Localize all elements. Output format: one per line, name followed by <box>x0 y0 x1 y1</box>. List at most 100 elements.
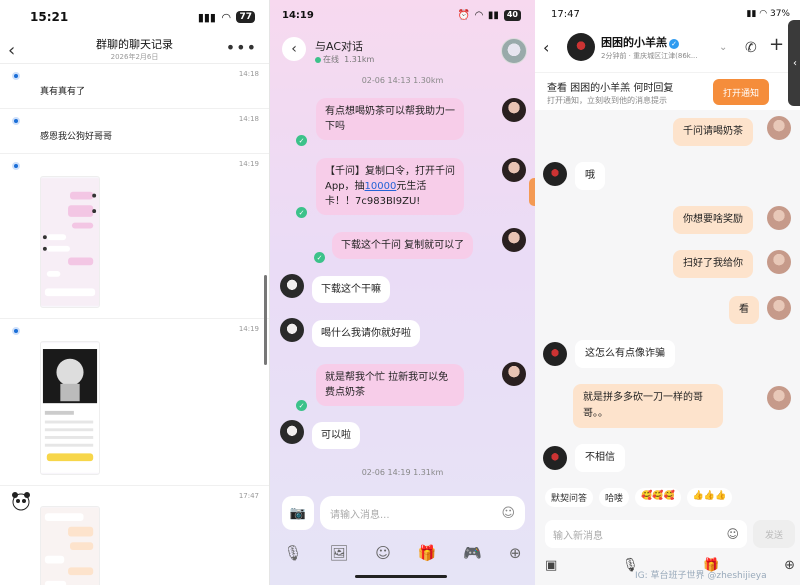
contact-avatar[interactable] <box>567 33 595 61</box>
notification-banner: 查看 困困的小羊羔 何时回复 打开通知，立刻收到他的消息提示 打开通知 <box>535 72 800 110</box>
qq-icon <box>12 327 20 335</box>
battery-icon: 40 <box>503 9 521 21</box>
record-item: 14:19 <box>0 319 269 477</box>
status-icons: ⏰ ◠ ▮▮ 40 <box>457 9 521 21</box>
page-date: 2026年2月6日 <box>110 52 159 61</box>
quick-reply-chip[interactable]: 哈喽 <box>599 488 630 507</box>
contact-avatar[interactable] <box>280 274 304 298</box>
qq-icon <box>12 162 20 170</box>
chat-header: ‹ 困困的小羊羔 ✓ 2分钟前 · 重庆城区江津(86k... ⌄ ✆ + <box>535 28 800 72</box>
message-bubble[interactable]: 就是帮我个忙 拉新我可以免费点奶茶 <box>316 364 464 406</box>
online-label: 在线 <box>323 55 339 64</box>
input-placeholder: 输入新消息 <box>553 530 603 542</box>
contact-avatar[interactable] <box>543 342 567 366</box>
signal-icon: ▮▮▮ <box>197 10 216 24</box>
image-icon[interactable]: 🖼 <box>329 544 348 562</box>
quick-reply-chips: 默契问答 哈喽 🥰🥰🥰 👍👍👍 <box>545 488 795 507</box>
message-bubble[interactable]: 哦 <box>575 162 605 190</box>
gift-icon[interactable]: 🎁 <box>418 544 437 562</box>
input-bar: 输入新消息 ☺ 发送 <box>545 520 795 548</box>
wifi-icon: ◠ <box>222 10 231 24</box>
contact-avatar[interactable] <box>543 162 567 186</box>
record-time: 14:18 <box>238 115 259 123</box>
self-avatar[interactable] <box>502 158 526 182</box>
message-bubble[interactable]: 就是拼多多砍一刀一样的哥哥。。 <box>573 384 723 428</box>
record-item: 14:18 感恩我公狗好哥哥 <box>0 109 269 145</box>
add-icon[interactable]: ⊕ <box>509 544 522 562</box>
status-bar: 17:47 ▮▮ ◠ 37% <box>535 0 800 28</box>
emoji-icon[interactable]: ☺ <box>726 527 739 541</box>
message-bubble[interactable]: 扫好了我给你 <box>673 250 753 278</box>
contact-avatar[interactable] <box>280 318 304 342</box>
message-bubble[interactable]: 下载这个干嘛 <box>312 276 390 303</box>
open-notification-button[interactable]: 打开通知 <box>713 79 769 105</box>
record-time: 14:19 <box>238 325 259 333</box>
message-bubble[interactable]: 看 <box>729 296 759 324</box>
back-icon[interactable]: ‹ <box>543 38 549 57</box>
read-check-icon: ✓ <box>296 207 307 218</box>
message-bubble[interactable]: 你想要啥奖励 <box>673 206 753 234</box>
notice-title: 查看 困困的小羊羔 何时回复 <box>547 83 674 94</box>
screenshot-thumbnail[interactable] <box>40 506 100 585</box>
message-link[interactable]: 10000 <box>365 181 397 192</box>
contact-avatar[interactable] <box>501 38 527 64</box>
scrollbar[interactable] <box>264 275 267 365</box>
input-placeholder: 请输入消息... <box>330 509 390 521</box>
game-icon[interactable]: 🎮 <box>463 544 482 562</box>
chevron-down-icon[interactable]: ⌄ <box>719 42 727 53</box>
side-handle[interactable]: ‹ <box>788 20 800 106</box>
watermark: IG: 草台班子世界 @zheshijieya <box>635 571 767 581</box>
contact-avatar[interactable] <box>280 420 304 444</box>
back-icon[interactable]: ‹ <box>8 40 15 61</box>
home-indicator <box>355 575 447 578</box>
record-item: 14:19 <box>0 154 269 310</box>
quick-reply-chip[interactable]: 🥰🥰🥰 <box>635 488 681 507</box>
send-button[interactable]: 发送 <box>753 520 795 548</box>
screenshot-thumbnail[interactable] <box>40 341 100 475</box>
bottom-toolbar: 🎙 🖼 ☺ 🎁 🎮 ⊕ <box>270 538 535 568</box>
message-bubble[interactable]: 【千问】复制口令，打开千问App，抽10000元生活卡！！7c983BI9ZU! <box>316 158 464 215</box>
chat-header: ‹ 与AC对话 在线 1.31km <box>270 30 535 72</box>
back-button[interactable]: ‹ <box>282 37 306 61</box>
self-avatar[interactable] <box>767 116 791 140</box>
self-avatar[interactable] <box>767 250 791 274</box>
quick-reply-chip[interactable]: 默契问答 <box>545 488 594 507</box>
message-input[interactable]: 输入新消息 ☺ <box>545 520 747 548</box>
add-icon[interactable]: + <box>769 34 784 55</box>
message-bubble[interactable]: 不相信 <box>575 444 625 472</box>
self-avatar[interactable] <box>502 98 526 122</box>
camera-button[interactable]: 📷 <box>282 496 314 530</box>
timestamp: 02-06 14:13 1.30km <box>361 76 444 85</box>
sticker-icon[interactable]: ☺ <box>375 544 391 562</box>
qq-icon <box>12 72 20 80</box>
image-icon[interactable]: ▣ <box>545 558 557 573</box>
online-dot <box>315 56 321 63</box>
message-bubble[interactable]: 喝什么我请你就好啦 <box>312 320 420 347</box>
read-check-icon: ✓ <box>296 400 307 411</box>
message-bubble[interactable]: 千问请喝奶茶 <box>673 118 753 146</box>
message-bubble[interactable]: 这怎么有点像诈骗 <box>575 340 675 368</box>
mic-icon[interactable]: 🎙 <box>283 544 302 562</box>
self-avatar[interactable] <box>767 386 791 410</box>
message-bubble[interactable]: 有点想喝奶茶可以帮我助力一下吗 <box>316 98 464 140</box>
self-avatar[interactable] <box>767 296 791 320</box>
alarm-icon: ⏰ <box>457 9 471 21</box>
emoji-icon[interactable]: ☺ <box>501 506 515 521</box>
contact-status: 在线 1.31km <box>315 54 374 65</box>
message-bubble[interactable]: 下载这个千问 复制就可以了 <box>332 232 474 259</box>
xiaoyang-chat-panel: 17:47 ▮▮ ◠ 37% ‹ 困困的小羊羔 ✓ 2分钟前 · 重庆城区江津(8… <box>535 0 800 585</box>
message-input[interactable]: 请输入消息... ☺ <box>320 496 525 530</box>
add-icon[interactable]: ⊕ <box>784 558 795 573</box>
self-avatar[interactable] <box>502 228 526 252</box>
self-avatar[interactable] <box>767 206 791 230</box>
message-bubble[interactable]: 可以啦 <box>312 422 360 449</box>
self-avatar[interactable] <box>502 362 526 386</box>
read-check-icon: ✓ <box>314 252 325 263</box>
more-icon[interactable]: ••• <box>226 38 257 57</box>
status-bar: 15:21 ▮▮▮ ◠ 77 <box>0 0 269 34</box>
screenshot-thumbnail[interactable] <box>40 176 100 308</box>
quick-reply-chip[interactable]: 👍👍👍 <box>686 488 733 507</box>
phone-icon[interactable]: ✆ <box>745 40 757 56</box>
contact-avatar[interactable] <box>543 446 567 470</box>
status-icons: ▮▮▮ ◠ 77 <box>198 11 255 24</box>
